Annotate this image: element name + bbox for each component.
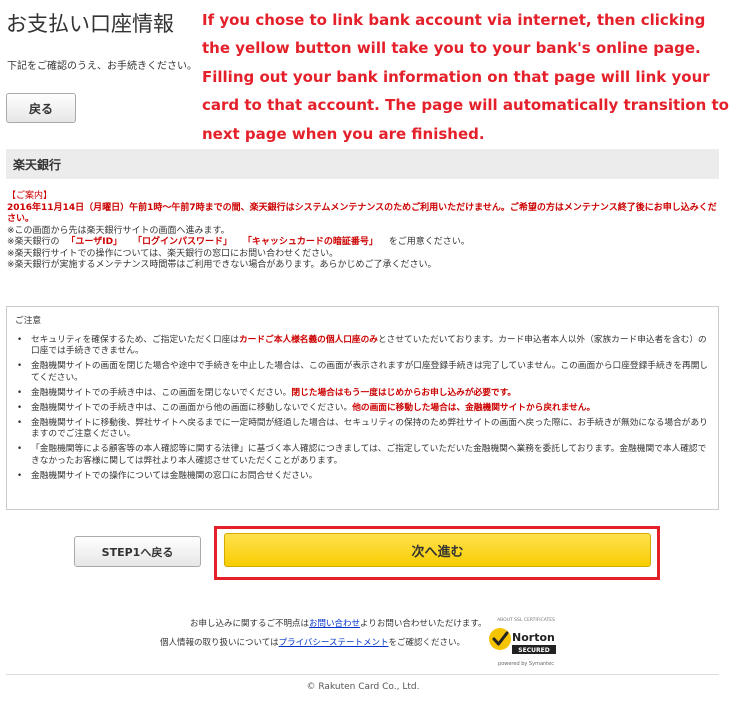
privacy-statement-link[interactable]: プライバシーステートメント: [279, 638, 389, 648]
caution-text: セキュリティを確保するため、ご指定いただく口座は: [31, 334, 239, 345]
back-button[interactable]: 戻る: [6, 93, 76, 123]
user-id-label: 「ユーザID」: [66, 237, 123, 247]
next-button[interactable]: 次へ進む: [224, 533, 651, 567]
caution-text: 金融機関サイトの画面を閉じた場合や途中で手続きを中止した場合は、この画面が表示さ…: [31, 361, 709, 383]
footer-divider: [6, 674, 719, 675]
login-password-label: 「ログインパスワード」: [132, 237, 232, 247]
caution-box: ご注意 セキュリティを確保するため、ご指定いただく口座はカードご本人様名義の個人…: [6, 306, 719, 510]
notice-line-3: ※楽天銀行サイトでの操作については、楽天銀行の窓口にお問い合わせください。: [7, 248, 339, 259]
notice-line-2-prefix: ※楽天銀行の: [7, 237, 60, 247]
step1-back-button[interactable]: STEP1へ戻る: [74, 536, 201, 567]
privacy-text-a: 個人情報の取り扱いについては: [160, 638, 279, 648]
instruction-annotation: If you chose to link bank account via in…: [202, 11, 729, 143]
maintenance-notice: 2016年11月14日（月曜日）午前1時〜午前7時までの間、楽天銀行はシステムメ…: [7, 202, 717, 225]
caution-item: 金融機関サイトでの手続き中は、この画面から他の画面に移動しないでください。他の画…: [15, 403, 710, 415]
caution-title: ご注意: [15, 316, 42, 326]
caution-item: 「金融機関等による顧客等の本人確認等に関する法律」に基づく本人確認につきましては…: [15, 444, 710, 467]
contact-link[interactable]: お問い合わせ: [309, 619, 360, 629]
notice-line-1: ※この画面から先は楽天銀行サイトの画面へ進みます。: [7, 225, 230, 236]
bank-name-header: 楽天銀行: [6, 149, 719, 179]
caution-text: 金融機関サイトでの操作については金融機関の窓口にお問合せください。: [31, 471, 318, 482]
privacy-text-b: をご確認ください。: [388, 638, 466, 648]
notice-line-4: ※楽天銀行が実施するメンテナンス時間帯はご利用できない場合があります。あらかじめ…: [7, 260, 437, 270]
caution-text: 金融機関サイトに移動後、弊社サイトへ戻るまでに一定時間が経過した場合は、セキュリ…: [31, 417, 708, 440]
page-title: お支払い口座情報: [6, 12, 174, 36]
norton-seal-icon: ABOUT SSL CERTIFICATES Norton SECURED po…: [489, 617, 556, 667]
bank-notice: 【ご案内】 2016年11月14日（月曜日）午前1時〜午前7時までの間、楽天銀行…: [7, 191, 719, 272]
notice-line-2: ※楽天銀行の 「ユーザID」 「ログインパスワード」 「キャッシュカードの暗証番…: [7, 237, 719, 249]
intro-text: 下記をご確認のうえ、お手続きください。: [7, 61, 197, 72]
caution-list: セキュリティを確保するため、ご指定いただく口座はカードご本人様名義の個人口座のみ…: [15, 335, 710, 483]
cash-card-pin-label: 「キャッシュカードの暗証番号」: [242, 237, 378, 247]
contact-line: お申し込みに関するご不明点はお問い合わせよりお問い合わせいただけます。: [190, 617, 487, 629]
norton-brand: Norton: [512, 631, 555, 644]
copyright: © Rakuten Card Co., Ltd.: [306, 682, 420, 692]
caution-text: 金融機関サイトでの手続き中は、この画面から他の画面に移動しないでください。: [31, 402, 353, 413]
contact-text-a: お申し込みに関するご不明点は: [190, 619, 310, 629]
caution-emphasis: 閉じた場合はもう一度はじめからお申し込みが必要です。: [291, 387, 517, 398]
caution-text: 金融機関サイトでの手続き中は、この画面を閉じないでください。: [31, 387, 292, 398]
caution-item: セキュリティを確保するため、ご指定いただく口座はカードご本人様名義の個人口座のみ…: [15, 335, 710, 358]
caution-item: 金融機関サイトでの手続き中は、この画面を閉じないでください。閉じた場合はもう一度…: [15, 388, 710, 400]
norton-secured-text: SECURED: [518, 647, 549, 654]
notice-heading: 【ご案内】: [7, 191, 53, 201]
norton-check-circle: [489, 628, 511, 650]
norton-small-text: ABOUT SSL CERTIFICATES: [497, 617, 555, 623]
caution-item: 金融機関サイトに移動後、弊社サイトへ戻るまでに一定時間が経過した場合は、セキュリ…: [15, 418, 710, 441]
caution-emphasis: 他の画面に移動した場合は、金融機関サイトから戻れません。: [352, 402, 596, 413]
caution-text: 「金融機関等による顧客等の本人確認等に関する法律」に基づく本人確認につきましては…: [31, 444, 707, 466]
caution-item: 金融機関サイトでの操作については金融機関の窓口にお問合せください。: [15, 471, 710, 483]
caution-emphasis: カードご本人様名義の個人口座のみ: [238, 334, 378, 345]
privacy-line: 個人情報の取り扱いについてはプライバシーステートメントをご確認ください。: [160, 636, 465, 648]
contact-text-b: よりお問い合わせいただけます。: [360, 619, 487, 629]
norton-secured-seal[interactable]: ABOUT SSL CERTIFICATES Norton SECURED po…: [486, 614, 566, 668]
norton-powered-text: powered by Symantec: [498, 661, 554, 667]
caution-item: 金融機関サイトの画面を閉じた場合や途中で手続きを中止した場合は、この画面が表示さ…: [15, 361, 710, 384]
notice-line-2-suffix: をご用意ください。: [388, 237, 470, 247]
